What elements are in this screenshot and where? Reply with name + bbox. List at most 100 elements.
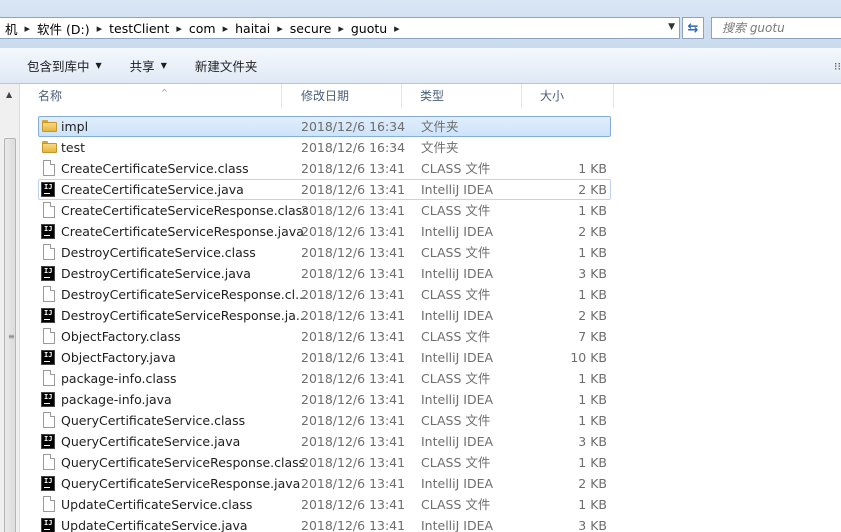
file-row[interactable]: UpdateCertificateService.class 2018/12/6 … [20, 494, 841, 515]
breadcrumb-item-secure[interactable]: secure [285, 21, 337, 36]
file-name: test [61, 140, 86, 155]
include-in-library-button[interactable]: 包含到库中 ▼ [23, 56, 106, 75]
file-row[interactable]: QueryCertificateService.class 2018/12/6 1… [20, 410, 841, 431]
file-size: 1 KB [578, 392, 607, 407]
intellij-file-icon: IJ [41, 182, 55, 197]
scroll-up-arrow-icon[interactable]: ▲ [6, 90, 12, 99]
class-file-icon [43, 370, 55, 386]
file-list: impl 2018/12/6 16:34 文件夹 test 2018/12/6 16:3… [20, 116, 841, 532]
view-options-icon[interactable]: ⁝⁝ [834, 60, 841, 73]
file-date: 2018/12/6 13:41 [301, 371, 406, 386]
sort-ascending-icon: ^ [161, 88, 168, 97]
search-box[interactable] [711, 17, 841, 39]
file-row[interactable]: CreateCertificateService.class 2018/12/6 … [20, 158, 841, 179]
column-header-size[interactable]: 大小 [522, 84, 614, 108]
file-type: CLASS 文件 [421, 413, 491, 428]
breadcrumb-separator-icon[interactable]: ▸ [95, 22, 105, 35]
file-row[interactable]: IJ QueryCertificateService.java 2018/12/6 … [20, 431, 841, 452]
chevron-down-icon[interactable]: ▼ [668, 22, 675, 32]
file-name: CreateCertificateService.java [61, 182, 244, 197]
class-file-icon [43, 454, 55, 470]
file-row[interactable]: IJ UpdateCertificateService.java 2018/12/6… [20, 515, 841, 532]
file-row[interactable]: IJ QueryCertificateServiceResponse.java 20… [20, 473, 841, 494]
file-row[interactable]: IJ package-info.java 2018/12/6 13:41 Intell… [20, 389, 841, 410]
class-file-icon [43, 412, 55, 428]
file-date: 2018/12/6 13:41 [301, 203, 406, 218]
breadcrumb-separator-icon[interactable]: ▸ [392, 22, 402, 35]
file-type: CLASS 文件 [421, 245, 491, 260]
intellij-file-icon: IJ [41, 518, 55, 532]
file-type: 文件夹 [421, 119, 459, 134]
share-button[interactable]: 共享 ▼ [126, 56, 171, 75]
file-row[interactable]: IJ DestroyCertificateService.java 2018/12/… [20, 263, 841, 284]
refresh-button[interactable]: ⇆ [682, 17, 704, 39]
file-date: 2018/12/6 13:41 [301, 161, 406, 176]
file-name: DestroyCertificateService.class [61, 245, 256, 260]
file-type: IntelliJ IDEA [421, 392, 494, 407]
class-file-icon [43, 286, 55, 302]
column-header-date[interactable]: 修改日期 [282, 84, 402, 108]
file-row[interactable]: DestroyCertificateService.class 2018/12/6… [20, 242, 841, 263]
file-row[interactable]: ObjectFactory.class 2018/12/6 13:41 CLASS … [20, 326, 841, 347]
file-row[interactable]: IJ CreateCertificateService.java 2018/12/6… [20, 179, 841, 200]
breadcrumb-item-guotu[interactable]: guotu [346, 21, 392, 36]
dropdown-arrow-icon: ▼ [160, 61, 167, 70]
column-header-size-label: 大小 [540, 89, 565, 103]
breadcrumb-item-testclient[interactable]: testClient [104, 21, 174, 36]
file-row[interactable]: DestroyCertificateServiceResponse.cl... 2… [20, 284, 841, 305]
file-date: 2018/12/6 13:41 [301, 245, 406, 260]
breadcrumb-item-computer[interactable]: 机 [0, 19, 23, 38]
intellij-file-icon: IJ [41, 308, 55, 323]
breadcrumb-separator-icon[interactable]: ▸ [221, 22, 231, 35]
nav-pane-scrollbar[interactable]: ▲ ≡ [0, 84, 20, 532]
file-name: UpdateCertificateService.class [61, 497, 253, 512]
file-row[interactable]: IJ CreateCertificateServiceResponse.java 2… [20, 221, 841, 242]
file-name: QueryCertificateServiceResponse.class [61, 455, 306, 470]
breadcrumb[interactable]: 机 ▸ 软件 (D:) ▸ testClient ▸ com ▸ haitai … [0, 17, 680, 39]
file-row[interactable]: CreateCertificateServiceResponse.class 20… [20, 200, 841, 221]
file-date: 2018/12/6 13:41 [301, 413, 406, 428]
file-type: CLASS 文件 [421, 287, 491, 302]
scrollbar-thumb[interactable]: ≡ [4, 138, 16, 532]
file-type: CLASS 文件 [421, 497, 491, 512]
search-input[interactable] [712, 18, 841, 38]
file-name: QueryCertificateService.class [61, 413, 246, 428]
file-name: CreateCertificateService.class [61, 161, 249, 176]
intellij-file-icon: IJ [41, 476, 55, 491]
file-row[interactable]: QueryCertificateServiceResponse.class 201… [20, 452, 841, 473]
file-name: QueryCertificateServiceResponse.java [61, 476, 301, 491]
file-date: 2018/12/6 13:41 [301, 497, 406, 512]
column-header-type[interactable]: 类型 [402, 84, 522, 108]
file-size: 2 KB [578, 308, 607, 323]
dropdown-arrow-icon: ▼ [95, 61, 102, 70]
file-row[interactable]: IJ ObjectFactory.java 2018/12/6 13:41 Intel… [20, 347, 841, 368]
breadcrumb-separator-icon[interactable]: ▸ [23, 22, 33, 35]
file-row[interactable]: impl 2018/12/6 16:34 文件夹 [20, 116, 841, 137]
file-date: 2018/12/6 13:41 [301, 350, 406, 365]
new-folder-button[interactable]: 新建文件夹 [191, 56, 262, 75]
file-size: 1 KB [578, 161, 607, 176]
file-size: 1 KB [578, 455, 607, 470]
file-row[interactable]: package-info.class 2018/12/6 13:41 CLASS 文… [20, 368, 841, 389]
column-header-row: 名称 ^ 修改日期 类型 大小 [20, 84, 841, 108]
file-name: QueryCertificateService.java [61, 434, 241, 449]
intellij-file-icon: IJ [41, 434, 55, 449]
file-type: IntelliJ IDEA [421, 434, 494, 449]
breadcrumb-separator-icon[interactable]: ▸ [174, 22, 184, 35]
file-type: IntelliJ IDEA [421, 266, 494, 281]
file-name: ObjectFactory.class [61, 329, 181, 344]
file-date: 2018/12/6 13:41 [301, 287, 406, 302]
column-header-date-label: 修改日期 [301, 89, 350, 103]
file-date: 2018/12/6 13:41 [301, 329, 406, 344]
breadcrumb-separator-icon[interactable]: ▸ [336, 22, 346, 35]
breadcrumb-item-com[interactable]: com [184, 21, 221, 36]
breadcrumb-item-drive[interactable]: 软件 (D:) [32, 19, 95, 38]
breadcrumb-separator-icon[interactable]: ▸ [275, 22, 285, 35]
column-header-name[interactable]: 名称 ^ [20, 84, 282, 108]
breadcrumb-item-haitai[interactable]: haitai [230, 21, 275, 36]
file-type: CLASS 文件 [421, 455, 491, 470]
file-row[interactable]: IJ DestroyCertificateServiceResponse.ja..… [20, 305, 841, 326]
scrollbar-grip-icon: ≡ [8, 332, 15, 341]
file-row[interactable]: test 2018/12/6 16:34 文件夹 [20, 137, 841, 158]
refresh-icon: ⇆ [687, 20, 699, 36]
